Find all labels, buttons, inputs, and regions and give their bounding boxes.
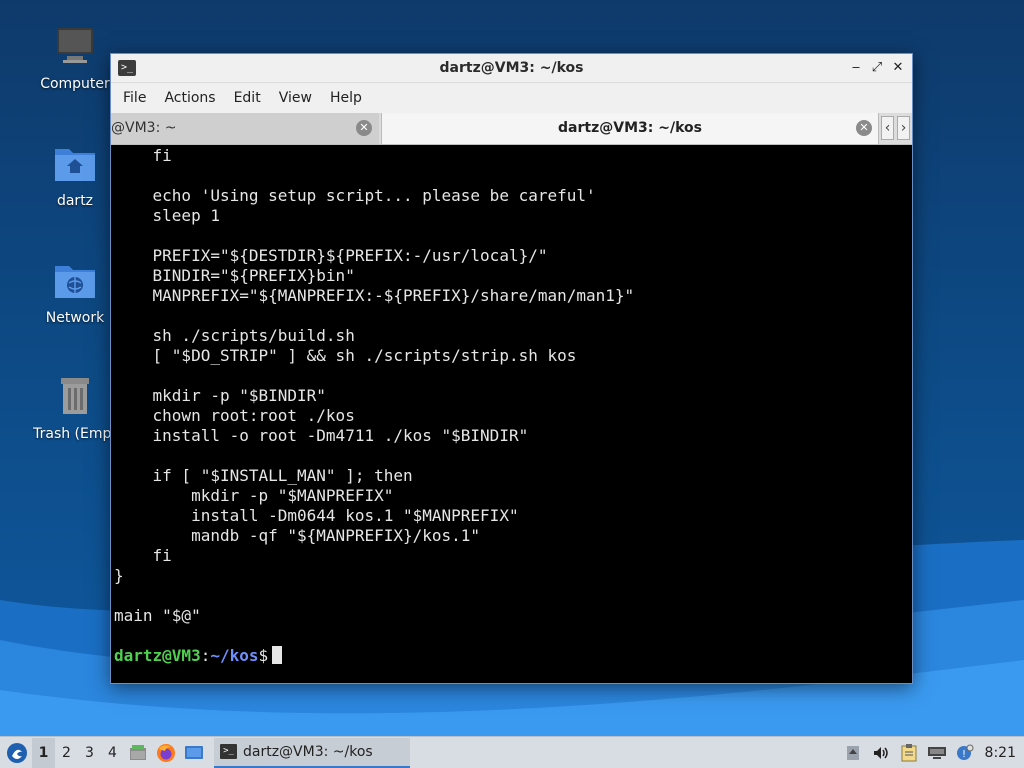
desktop-icon bbox=[185, 745, 203, 759]
tray-volume[interactable] bbox=[867, 738, 895, 768]
terminal-line: fi bbox=[114, 546, 172, 565]
menu-bar: File Actions Edit View Help bbox=[111, 83, 912, 113]
window-title: dartz@VM3: ~/kos bbox=[439, 60, 584, 76]
prompt-symbol: $ bbox=[258, 646, 269, 665]
tab-close-icon[interactable]: ✕ bbox=[356, 120, 372, 136]
svg-text:!: ! bbox=[962, 749, 966, 760]
terminal-line: PREFIX="${DESTDIR}${PREFIX:-/usr/local}/… bbox=[114, 246, 548, 265]
workspace-3[interactable]: 3 bbox=[78, 738, 101, 768]
minimize-button[interactable]: ‒ bbox=[847, 59, 865, 77]
terminal-line: MANPREFIX="${MANPREFIX:-${PREFIX}/share/… bbox=[114, 286, 635, 305]
tab-bar: @VM3: ~ ✕ dartz@VM3: ~/kos ✕ ‹ › bbox=[111, 113, 912, 145]
terminal-task-icon: >_ bbox=[220, 744, 237, 759]
updates-icon bbox=[846, 746, 859, 760]
network-icon bbox=[927, 747, 946, 759]
window-titlebar[interactable]: >_ dartz@VM3: ~/kos ‒ ⤢ ✕ bbox=[111, 54, 912, 83]
terminal-prompt-line[interactable]: dartz@VM3:~/kos$ bbox=[114, 646, 912, 666]
terminal-line: fi bbox=[114, 146, 172, 165]
terminal-line: if [ "$INSTALL_MAN" ]; then bbox=[114, 466, 413, 485]
terminal-line: main "$@" bbox=[114, 606, 201, 625]
launcher-file-manager[interactable] bbox=[124, 738, 152, 768]
computer-icon bbox=[57, 28, 93, 63]
terminal-line: sleep 1 bbox=[114, 206, 220, 225]
terminal-output[interactable]: fi echo 'Using setup script... please be… bbox=[111, 146, 912, 683]
trash-icon bbox=[61, 378, 89, 414]
network-folder-icon bbox=[55, 266, 95, 298]
launcher-firefox[interactable] bbox=[152, 738, 180, 768]
task-label: dartz@VM3: ~/kos bbox=[243, 743, 373, 760]
workspace-4[interactable]: 4 bbox=[101, 738, 124, 768]
terminal-cursor bbox=[272, 646, 283, 664]
close-button[interactable]: ✕ bbox=[889, 59, 907, 77]
terminal-line: install -o root -Dm4711 ./kos "$BINDIR" bbox=[114, 426, 529, 445]
home-folder-icon bbox=[55, 149, 95, 181]
app-menu-button[interactable] bbox=[2, 738, 32, 768]
terminal-line: sh ./scripts/build.sh bbox=[114, 326, 355, 345]
prompt-separator: : bbox=[200, 646, 211, 665]
menu-edit[interactable]: Edit bbox=[225, 90, 270, 106]
workspace-2[interactable]: 2 bbox=[55, 738, 78, 768]
tray-network[interactable] bbox=[923, 738, 951, 768]
clock[interactable]: 8:21 bbox=[979, 745, 1024, 761]
tab-scroll-left-button[interactable]: ‹ bbox=[881, 116, 894, 140]
maximize-button[interactable]: ⤢ bbox=[868, 59, 886, 77]
notification-icon: ! bbox=[956, 744, 974, 760]
tray-notifications[interactable]: ! bbox=[951, 738, 979, 768]
tab-close-icon[interactable]: ✕ bbox=[856, 120, 872, 136]
terminal-line: } bbox=[114, 566, 124, 585]
workspace-1[interactable]: 1 bbox=[32, 737, 55, 768]
menu-actions[interactable]: Actions bbox=[155, 90, 224, 106]
terminal-line: mkdir -p "$BINDIR" bbox=[114, 386, 326, 405]
tab-scroll-right-button[interactable]: › bbox=[897, 116, 910, 140]
terminal-line: [ "$DO_STRIP" ] && sh ./scripts/strip.sh… bbox=[114, 346, 577, 365]
terminal-line: mkdir -p "$MANPREFIX" bbox=[114, 486, 394, 505]
volume-icon bbox=[873, 747, 888, 759]
taskbar: 1 2 3 4 >_ dartz@VM3: ~/kos ! 8:21 bbox=[0, 736, 1024, 768]
tab-kos[interactable]: dartz@VM3: ~/kos ✕ bbox=[381, 113, 879, 144]
tab-label: dartz@VM3: ~/kos bbox=[558, 120, 702, 136]
tray-clipboard[interactable] bbox=[895, 738, 923, 768]
terminal-line: chown root:root ./kos bbox=[114, 406, 355, 425]
terminal-lines: fi echo 'Using setup script... please be… bbox=[114, 146, 912, 646]
file-manager-icon bbox=[130, 744, 146, 760]
prompt-user-host: dartz@VM3 bbox=[114, 646, 201, 665]
terminal-line: install -Dm0644 kos.1 "$MANPREFIX" bbox=[114, 506, 519, 525]
launcher-show-desktop[interactable] bbox=[180, 738, 208, 768]
menu-file[interactable]: File bbox=[114, 90, 155, 106]
tab-home[interactable]: @VM3: ~ ✕ bbox=[111, 113, 379, 144]
terminal-line: echo 'Using setup script... please be ca… bbox=[114, 186, 596, 205]
taskbar-task-terminal[interactable]: >_ dartz@VM3: ~/kos bbox=[214, 737, 410, 768]
tab-label: @VM3: ~ bbox=[111, 120, 177, 136]
clipboard-icon bbox=[901, 744, 917, 762]
menu-help[interactable]: Help bbox=[321, 90, 371, 106]
terminal-line: BINDIR="${PREFIX}bin" bbox=[114, 266, 355, 285]
tray-updates[interactable] bbox=[839, 738, 867, 768]
terminal-line: mandb -qf "${MANPREFIX}/kos.1" bbox=[114, 526, 481, 545]
menu-view[interactable]: View bbox=[270, 90, 321, 106]
lxqt-menu-icon bbox=[7, 742, 27, 763]
system-tray: ! 8:21 bbox=[839, 737, 1024, 768]
firefox-icon bbox=[157, 743, 175, 762]
prompt-path: ~/kos bbox=[210, 646, 259, 665]
terminal-window[interactable]: >_ dartz@VM3: ~/kos ‒ ⤢ ✕ File Actions E… bbox=[110, 53, 913, 684]
